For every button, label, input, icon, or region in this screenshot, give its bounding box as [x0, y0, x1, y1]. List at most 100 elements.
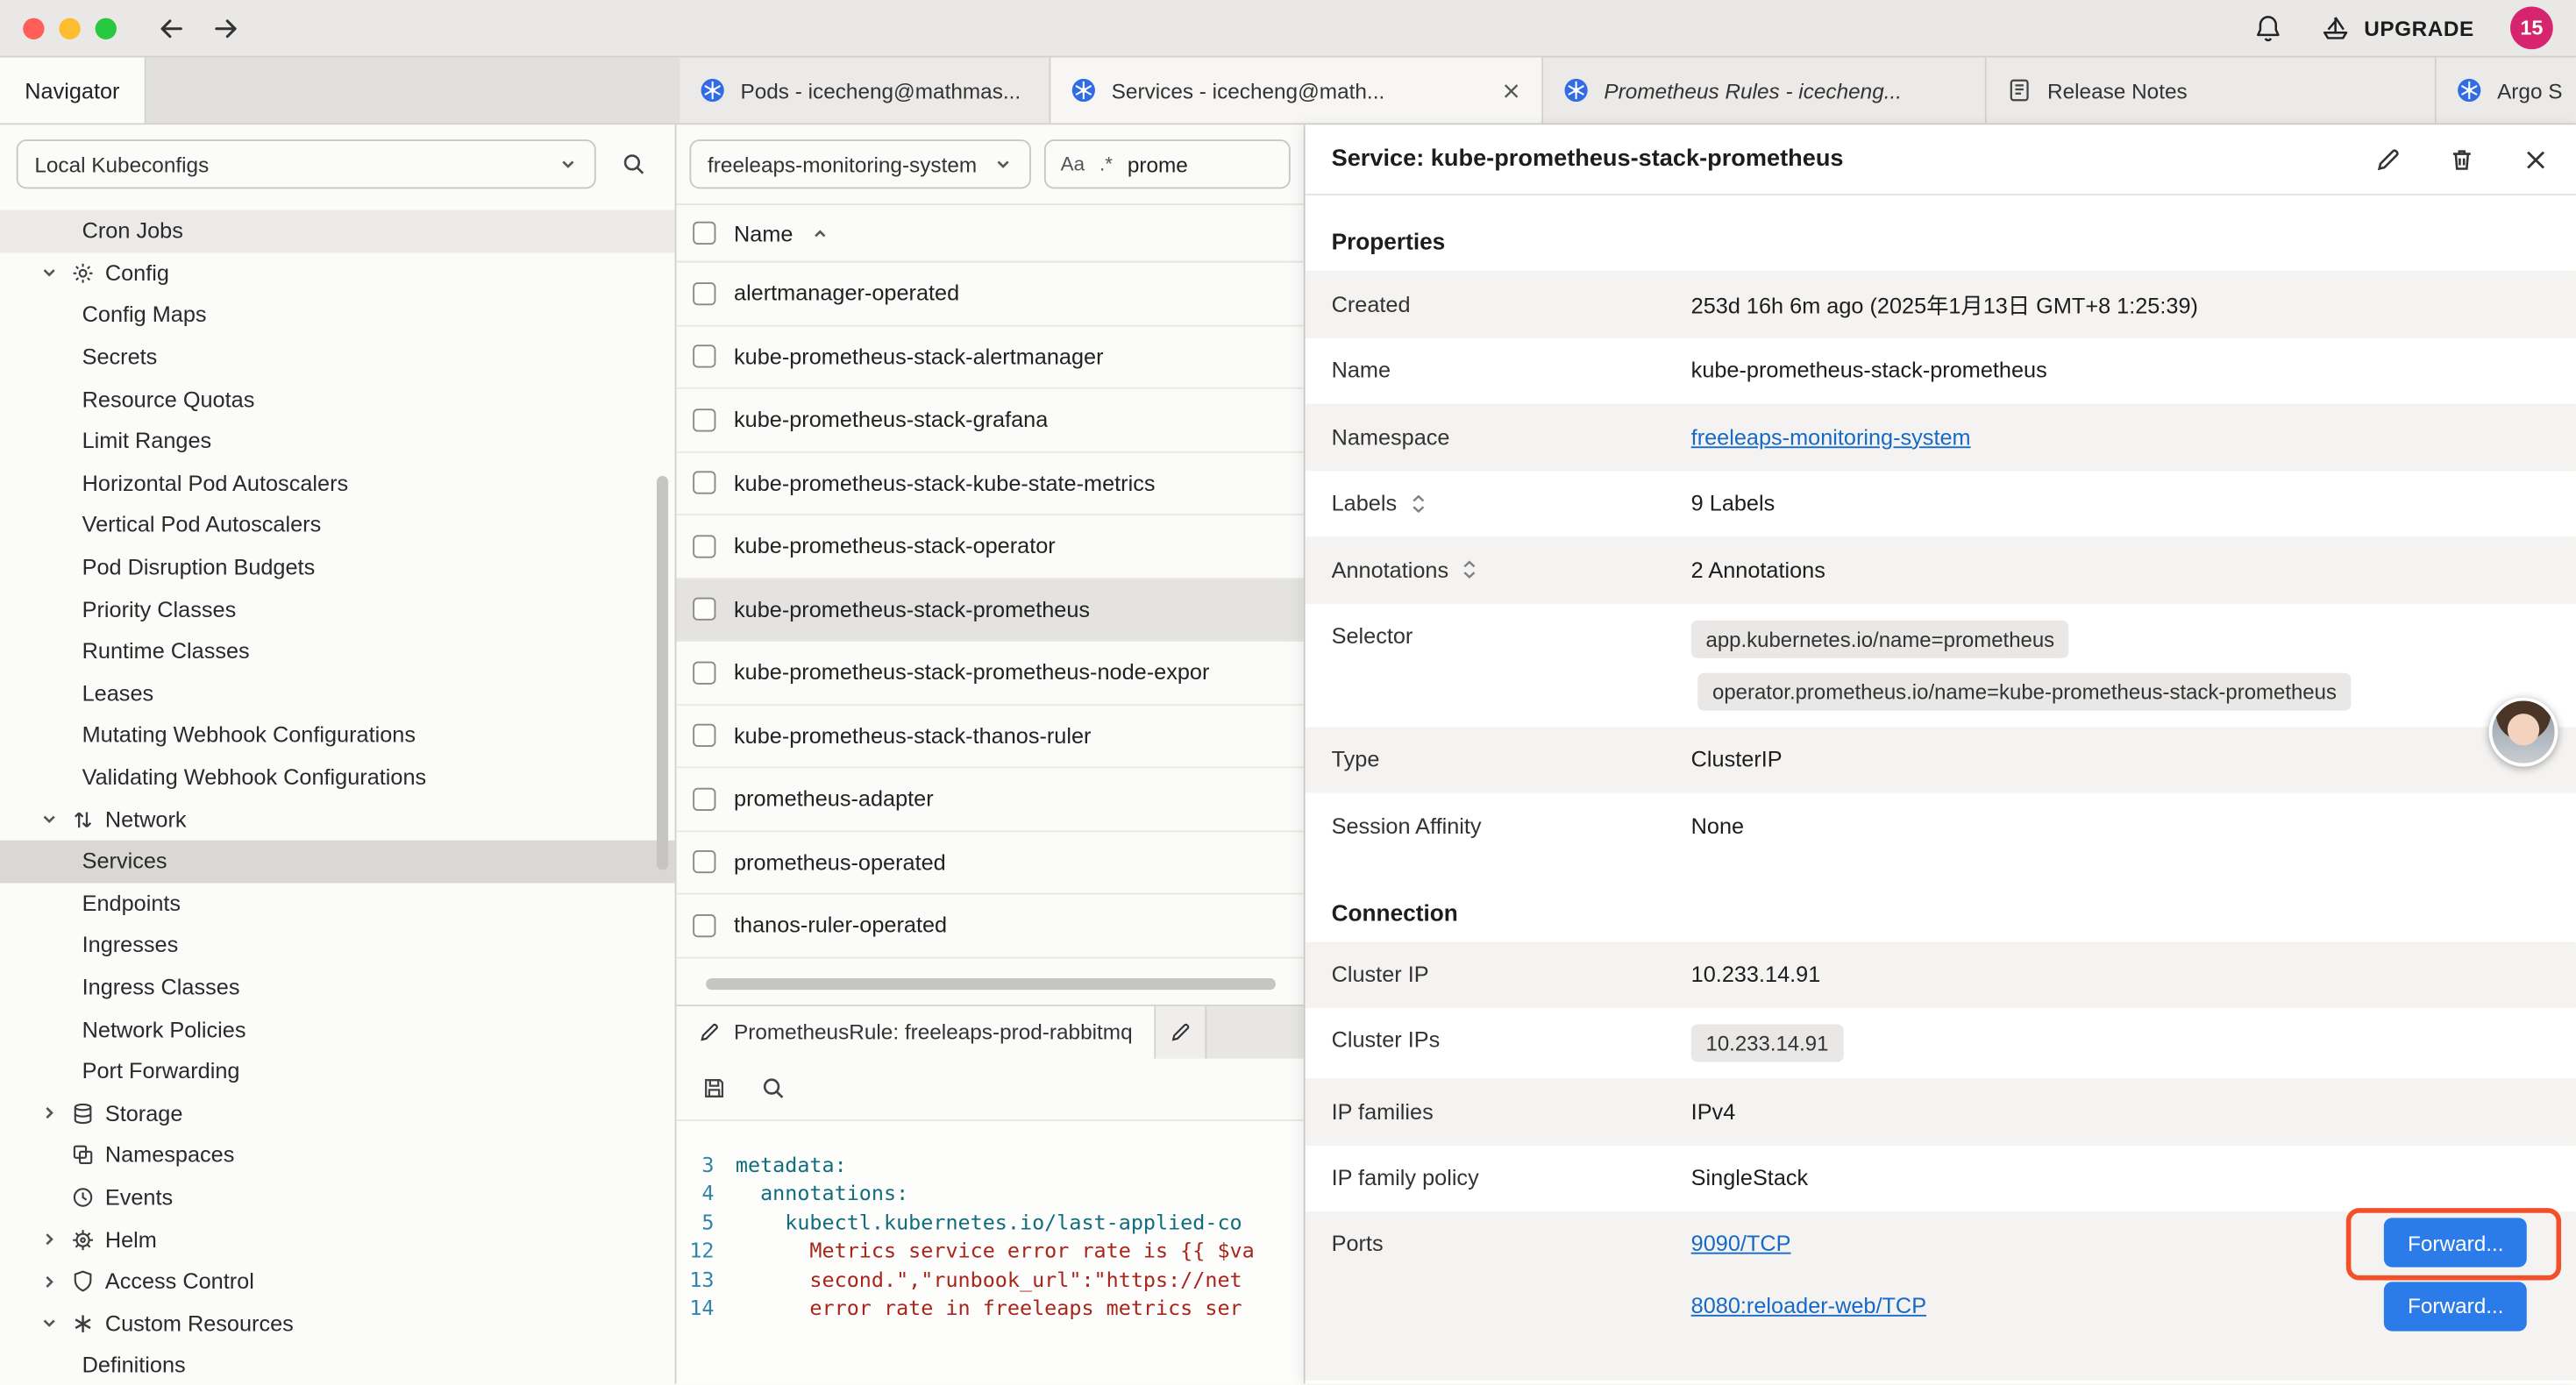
- table-row[interactable]: kube-prometheus-stack-prometheus-node-ex…: [676, 642, 1303, 705]
- sidebar-item-namespaces[interactable]: Namespaces: [0, 1134, 675, 1176]
- kubeconfig-selector[interactable]: Local Kubeconfigs: [17, 139, 596, 188]
- sidebar-item-helm[interactable]: Helm: [0, 1218, 675, 1261]
- app-window: UPGRADE 15 Navigator Pods - icecheng@mat…: [0, 0, 2576, 1385]
- expand-collapse-icon[interactable]: [1408, 492, 1427, 515]
- save-icon[interactable]: [701, 1075, 728, 1101]
- notification-count-badge[interactable]: 15: [2510, 6, 2553, 49]
- row-checkbox[interactable]: [693, 598, 715, 621]
- row-checkbox[interactable]: [693, 914, 715, 937]
- namespace-link[interactable]: freeleaps-monitoring-system: [1691, 425, 1971, 450]
- sidebar-item-secrets[interactable]: Secrets: [0, 336, 675, 378]
- sidebar-item-priority-classes[interactable]: Priority Classes: [0, 588, 675, 630]
- regex-toggle[interactable]: .*: [1099, 153, 1113, 175]
- sidebar-item-limit-ranges[interactable]: Limit Ranges: [0, 420, 675, 462]
- sidebar-item-runtime-classes[interactable]: Runtime Classes: [0, 630, 675, 672]
- table-row[interactable]: kube-prometheus-stack-grafana: [676, 389, 1303, 452]
- chevron-down-icon[interactable]: [39, 809, 69, 828]
- table-row[interactable]: thanos-ruler-operated: [676, 895, 1303, 958]
- close-window-button[interactable]: [23, 18, 44, 39]
- row-checkbox[interactable]: [693, 661, 715, 684]
- tab-services-icecheng-math[interactable]: Services - icecheng@math...: [1050, 58, 1543, 124]
- chevron-down-icon[interactable]: [39, 263, 69, 282]
- row-checkbox[interactable]: [693, 408, 715, 431]
- sidebar-scrollbar[interactable]: [657, 476, 668, 870]
- upgrade-button[interactable]: UPGRADE: [2320, 12, 2474, 44]
- sidebar-item-network-policies[interactable]: Network Policies: [0, 1008, 675, 1050]
- yaml-editor[interactable]: 3metadata:4 annotations:5 kubectl.kubern…: [676, 1120, 1303, 1384]
- port-link[interactable]: 8080:reloader-web/TCP: [1691, 1294, 1926, 1318]
- next-editor-tab-partial[interactable]: [1156, 1005, 1206, 1058]
- chevron-right-icon[interactable]: [39, 1230, 69, 1249]
- sidebar-item-resource-quotas[interactable]: Resource Quotas: [0, 378, 675, 420]
- prometheusrule-editor-tab[interactable]: PrometheusRule: freeleaps-prod-rabbitmq: [676, 1005, 1155, 1058]
- sidebar-item-definitions[interactable]: Definitions: [0, 1345, 675, 1384]
- sidebar-item-config-maps[interactable]: Config Maps: [0, 295, 675, 337]
- name-column-header[interactable]: Name: [734, 221, 793, 245]
- back-icon[interactable]: [156, 12, 188, 44]
- tab-argo-s[interactable]: Argo S: [2437, 58, 2576, 124]
- delete-icon[interactable]: [2448, 146, 2476, 174]
- floating-avatar[interactable]: [2489, 698, 2558, 767]
- row-checkbox[interactable]: [693, 535, 715, 558]
- sidebar-item-mutating-webhook-configurations[interactable]: Mutating Webhook Configurations: [0, 714, 675, 756]
- tab-prometheus-rules-icecheng[interactable]: Prometheus Rules - icecheng...: [1543, 58, 1987, 124]
- sidebar-item-network[interactable]: Network: [0, 799, 675, 841]
- port-link[interactable]: 9090/TCP: [1691, 1231, 1791, 1255]
- sidebar-item-validating-webhook-configurations[interactable]: Validating Webhook Configurations: [0, 756, 675, 799]
- sidebar-item-pod-disruption-budgets[interactable]: Pod Disruption Budgets: [0, 546, 675, 588]
- table-row[interactable]: kube-prometheus-stack-prometheus: [676, 579, 1303, 642]
- table-row[interactable]: kube-prometheus-stack-alertmanager: [676, 326, 1303, 389]
- sidebar-item-leases[interactable]: Leases: [0, 672, 675, 714]
- minimize-window-button[interactable]: [59, 18, 80, 39]
- sort-ascending-icon[interactable]: [811, 224, 829, 243]
- navigator-tab[interactable]: Navigator: [0, 58, 146, 124]
- table-row[interactable]: kube-prometheus-stack-kube-state-metrics: [676, 452, 1303, 515]
- table-row[interactable]: prometheus-operated: [676, 831, 1303, 894]
- sidebar-item-ingress-classes[interactable]: Ingress Classes: [0, 966, 675, 1008]
- table-row[interactable]: kube-prometheus-stack-operator: [676, 515, 1303, 579]
- edit-icon[interactable]: [2374, 146, 2402, 174]
- sidebar-item-storage[interactable]: Storage: [0, 1092, 675, 1134]
- select-all-checkbox[interactable]: [693, 222, 715, 245]
- table-row[interactable]: kube-prometheus-stack-thanos-ruler: [676, 705, 1303, 768]
- row-checkbox[interactable]: [693, 850, 715, 873]
- fullscreen-window-button[interactable]: [96, 18, 117, 39]
- sidebar-item-access-control[interactable]: Access Control: [0, 1261, 675, 1303]
- forward-button[interactable]: Forward...: [2385, 1218, 2527, 1268]
- forward-icon[interactable]: [210, 12, 242, 44]
- row-checkbox[interactable]: [693, 472, 715, 494]
- chevron-right-icon[interactable]: [39, 1104, 69, 1123]
- sidebar-search-icon[interactable]: [609, 139, 658, 188]
- list-search-input[interactable]: Aa .* prome: [1044, 139, 1291, 188]
- detail-row-label: Session Affinity: [1332, 813, 1691, 838]
- row-checkbox[interactable]: [693, 724, 715, 747]
- sidebar-item-services[interactable]: Services: [0, 841, 675, 883]
- sidebar-item-custom-resources[interactable]: Custom Resources: [0, 1303, 675, 1345]
- table-row[interactable]: prometheus-adapter: [676, 768, 1303, 831]
- sidebar-item-config[interactable]: Config: [0, 252, 675, 295]
- forward-button[interactable]: Forward...: [2385, 1282, 2527, 1331]
- table-row[interactable]: alertmanager-operated: [676, 263, 1303, 326]
- match-case-toggle[interactable]: Aa: [1061, 153, 1085, 175]
- close-icon[interactable]: [2522, 146, 2550, 174]
- sidebar-item-events[interactable]: Events: [0, 1176, 675, 1218]
- namespace-selector[interactable]: freeleaps-monitoring-system: [689, 139, 1030, 188]
- horizontal-scrollbar[interactable]: [706, 977, 1287, 989]
- row-checkbox[interactable]: [693, 787, 715, 810]
- row-checkbox[interactable]: [693, 345, 715, 368]
- sidebar-item-vertical-pod-autoscalers[interactable]: Vertical Pod Autoscalers: [0, 504, 675, 546]
- chevron-down-icon[interactable]: [39, 1313, 69, 1332]
- sidebar-item-horizontal-pod-autoscalers[interactable]: Horizontal Pod Autoscalers: [0, 462, 675, 504]
- close-tab-icon[interactable]: [1500, 80, 1521, 101]
- sidebar-item-endpoints[interactable]: Endpoints: [0, 882, 675, 924]
- tab-pods-icecheng-mathmas[interactable]: Pods - icecheng@mathmas...: [680, 58, 1050, 124]
- sidebar-item-cron-jobs[interactable]: Cron Jobs: [0, 210, 675, 252]
- tab-release-notes[interactable]: Release Notes: [1987, 58, 2437, 124]
- editor-search-icon[interactable]: [760, 1075, 786, 1101]
- notifications-bell-icon[interactable]: [2252, 12, 2284, 44]
- row-checkbox[interactable]: [693, 282, 715, 305]
- sidebar-item-port-forwarding[interactable]: Port Forwarding: [0, 1050, 675, 1092]
- sidebar-item-ingresses[interactable]: Ingresses: [0, 924, 675, 966]
- chevron-right-icon[interactable]: [39, 1272, 69, 1291]
- expand-collapse-icon[interactable]: [1460, 558, 1479, 581]
